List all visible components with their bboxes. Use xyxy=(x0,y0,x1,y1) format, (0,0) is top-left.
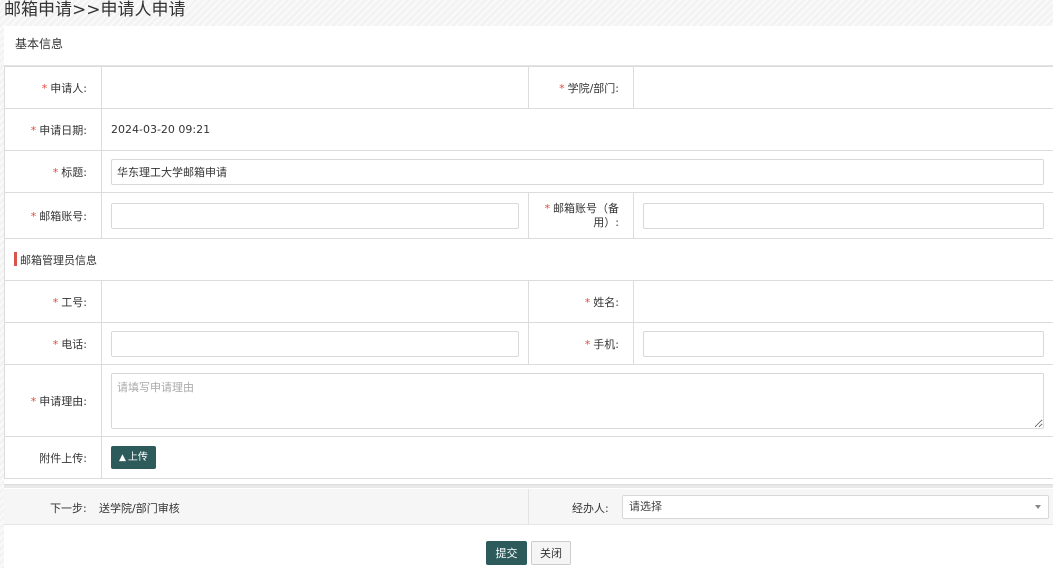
phone-value-cell xyxy=(101,322,529,365)
email-input[interactable] xyxy=(111,202,519,229)
basic-info-header: 基本信息 xyxy=(4,26,1053,66)
date-label: 申请日期: xyxy=(39,123,87,137)
staff-no-label-cell: * 工号: xyxy=(4,280,102,323)
user-upload-icon: ▲ xyxy=(119,453,126,463)
row-applicant: * 申请人: * 学院/部门: xyxy=(4,66,1053,109)
applicant-label-cell: * 申请人: xyxy=(4,66,102,109)
upload-button-label: 上传 xyxy=(127,452,148,463)
required-mark: * xyxy=(584,295,591,309)
caret-down-icon xyxy=(1035,505,1041,509)
handler-label: 经办人: xyxy=(572,502,609,515)
title-value-cell xyxy=(101,150,1053,193)
page-title: 邮箱申请>>申请人申请 xyxy=(4,0,186,20)
next-step-value: 送学院/部门审核 xyxy=(99,502,180,515)
required-mark: * xyxy=(30,209,37,223)
mobile-label: 手机: xyxy=(593,337,619,351)
phone-label-cell: * 电话: xyxy=(4,322,102,365)
required-mark: * xyxy=(584,337,591,351)
mobile-value-cell xyxy=(633,322,1053,365)
name-value xyxy=(633,280,1053,323)
workflow-row: 下一步: 送学院/部门审核 经办人: 请选择 xyxy=(4,489,1053,525)
email-backup-label: 邮箱账号（备用）: xyxy=(553,201,619,229)
basic-info-title: 基本信息 xyxy=(15,37,64,51)
row-email: * 邮箱账号: * 邮箱账号（备用）: xyxy=(4,192,1053,239)
handler-select-value: 请选择 xyxy=(629,500,662,513)
mobile-input[interactable] xyxy=(643,330,1044,357)
title-label-cell: * 标题: xyxy=(4,150,102,193)
row-date: * 申请日期: 2024-03-20 09:21 xyxy=(4,108,1053,151)
phone-label: 电话: xyxy=(61,337,87,351)
email-value-cell xyxy=(101,192,529,239)
form-actions: 提交 关闭 xyxy=(486,541,576,565)
workflow-separator xyxy=(528,489,529,525)
reason-label: 申请理由: xyxy=(39,394,87,408)
required-mark: * xyxy=(41,81,48,95)
title-input[interactable] xyxy=(111,158,1044,185)
row-attachment: 附件上传: ▲ 上传 xyxy=(4,436,1053,479)
next-step-label: 下一步: xyxy=(50,502,87,515)
applicant-value xyxy=(101,66,529,109)
name-label-cell: * 姓名: xyxy=(528,280,634,323)
required-mark: * xyxy=(52,337,59,351)
reason-value-cell xyxy=(101,364,1053,437)
admin-info-header: 邮箱管理员信息 xyxy=(4,238,1053,281)
application-form: 基本信息 * 申请人: * 学院/部门: * 申请日期: 2024-03-20 09:… xyxy=(4,26,1053,568)
dept-label-cell: * 学院/部门: xyxy=(528,66,634,109)
title-label: 标题: xyxy=(61,165,87,179)
required-mark: * xyxy=(559,81,565,95)
attachment-value-cell: ▲ 上传 xyxy=(101,436,1053,479)
required-mark: * xyxy=(30,394,37,408)
name-label: 姓名: xyxy=(593,295,619,309)
row-title: * 标题: xyxy=(4,150,1053,193)
required-mark: * xyxy=(52,295,59,309)
handler-select[interactable]: 请选择 xyxy=(622,495,1049,519)
mobile-label-cell: * 手机: xyxy=(528,322,634,365)
reason-label-cell: * 申请理由: xyxy=(4,364,102,437)
row-phone: * 电话: * 手机: xyxy=(4,322,1053,365)
attachment-label: 附件上传: xyxy=(39,451,87,465)
email-backup-label-cell: * 邮箱账号（备用）: xyxy=(528,192,634,239)
staff-no-label: 工号: xyxy=(61,295,87,309)
required-mark: * xyxy=(30,123,37,137)
submit-button[interactable]: 提交 xyxy=(486,541,527,565)
email-backup-input[interactable] xyxy=(643,202,1044,229)
required-mark: * xyxy=(544,201,551,215)
row-admin-header: 邮箱管理员信息 xyxy=(4,238,1053,281)
row-staff: * 工号: * 姓名: xyxy=(4,280,1053,323)
email-label: 邮箱账号: xyxy=(39,209,87,223)
admin-info-title: 邮箱管理员信息 xyxy=(20,253,97,267)
phone-input[interactable] xyxy=(111,330,519,357)
dept-value xyxy=(633,66,1053,109)
section-accent-bar xyxy=(14,252,17,266)
close-button[interactable]: 关闭 xyxy=(531,541,571,565)
row-reason: * 申请理由: xyxy=(4,364,1053,437)
reason-textarea[interactable] xyxy=(111,372,1044,429)
email-backup-value-cell xyxy=(633,192,1053,239)
upload-button[interactable]: ▲ 上传 xyxy=(111,446,156,469)
applicant-label: 申请人: xyxy=(50,81,87,95)
section-divider xyxy=(4,484,1053,488)
staff-no-value xyxy=(101,280,529,323)
required-mark: * xyxy=(52,165,59,179)
email-label-cell: * 邮箱账号: xyxy=(4,192,102,239)
form-table: * 申请人: * 学院/部门: * 申请日期: 2024-03-20 09:21 * 标… xyxy=(4,66,1053,479)
dept-label: 学院/部门: xyxy=(567,81,619,95)
date-label-cell: * 申请日期: xyxy=(4,108,102,151)
date-value: 2024-03-20 09:21 xyxy=(101,108,1053,151)
attachment-label-cell: 附件上传: xyxy=(4,436,102,479)
